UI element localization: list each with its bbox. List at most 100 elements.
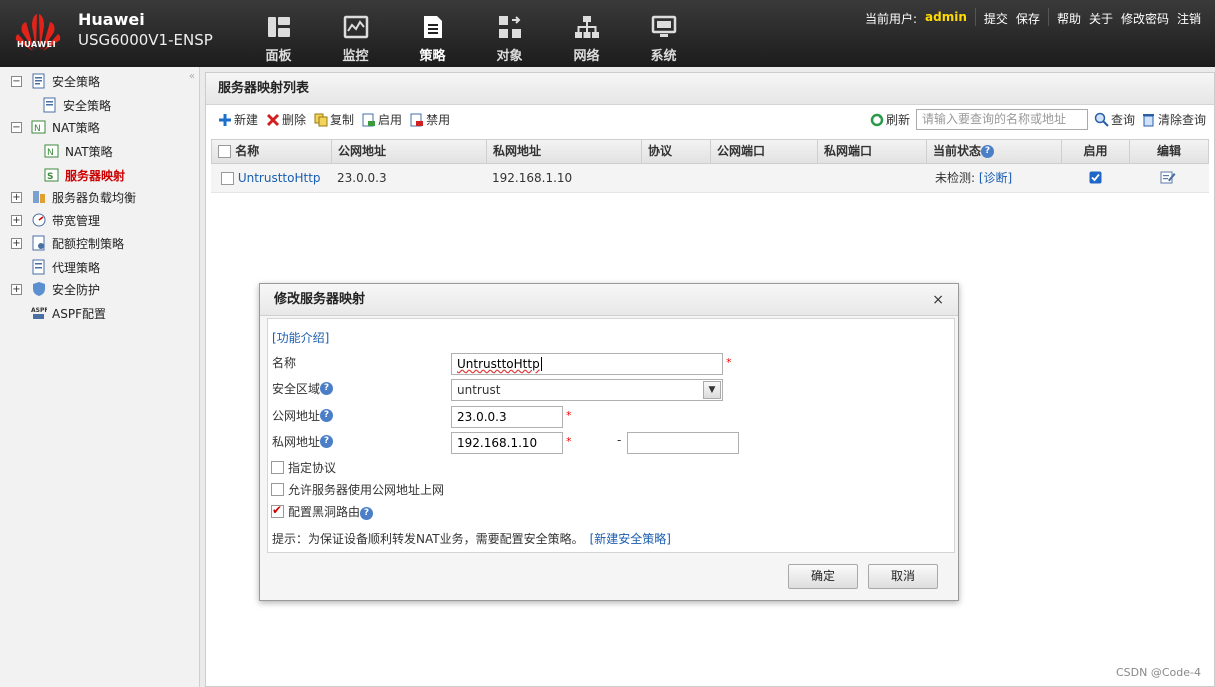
help-icon[interactable]: ? [320,382,334,395]
clear-query-button[interactable]: 清除查询 [1141,111,1206,128]
row-checkbox[interactable] [221,172,234,185]
required-mark: * [566,435,572,448]
nav-network[interactable]: 网络 [548,0,625,67]
column-label: 启用 [1083,144,1108,158]
copy-button[interactable]: 复制 [314,111,354,128]
name-label: 名称 [272,356,297,370]
sidebar-item-security-policy[interactable]: 安全策略 [42,94,111,116]
expand-toggle-icon[interactable]: + [11,191,22,203]
column-public-addr[interactable]: 公网地址 [332,140,487,163]
main-nav: 面板 监控 策略 对象 网络 系统 [240,0,702,67]
help-icon[interactable]: ? [981,145,995,158]
zone-label-row: 安全区域? [272,380,334,397]
delete-button[interactable]: 删除 [266,111,306,128]
nav-policy[interactable]: 策略 [394,0,471,67]
svg-text:N: N [47,148,54,158]
column-name[interactable]: 名称 [212,140,332,163]
feature-intro-link[interactable]: [功能介绍] [272,329,329,346]
sidebar-item-server-load-balancing[interactable]: + 服务器负载均衡 [11,186,136,208]
sidebar-item-quota-control[interactable]: + 配额控制策略 [11,232,124,254]
help-icon[interactable]: ? [320,435,334,448]
nav-label: 对象 [496,49,523,64]
column-public-port[interactable]: 公网端口 [711,140,818,163]
expand-toggle-icon[interactable]: + [11,214,22,226]
column-private-port[interactable]: 私网端口 [818,140,927,163]
nav-system[interactable]: 系统 [625,0,702,67]
column-private-addr[interactable]: 私网地址 [487,140,642,163]
option-blackhole-route[interactable]: 配置黑洞路由? [271,503,374,520]
sidebar-item-label: NAT策略 [52,120,100,135]
nav-monitor[interactable]: 监控 [317,0,394,67]
option-allow-public-internet[interactable]: 允许服务器使用公网地址上网 [271,481,444,498]
help-link[interactable]: 帮助 [1057,10,1081,27]
toolbar: 新建 删除 复制 启用 禁用 [218,111,450,128]
enabled-checkbox[interactable] [1089,171,1102,184]
cell-name: UntrusttoHttp [211,164,331,192]
submit-link[interactable]: 提交 [984,10,1008,27]
monitor-icon [343,15,368,39]
cancel-button[interactable]: 取消 [868,564,938,589]
table-header: 名称 公网地址 私网地址 协议 公网端口 私网端口 当前状态? 启用 编辑 [211,139,1209,164]
private-address-end-field[interactable] [627,432,739,454]
blackhole-route-checkbox[interactable] [271,503,284,518]
ok-button[interactable]: 确定 [788,564,858,589]
collapse-toggle-icon[interactable]: − [11,75,22,87]
sidebar-item-aspf[interactable]: ASPF ASPF配置 [31,302,106,324]
column-protocol[interactable]: 协议 [642,140,711,163]
option-label: 指定协议 [288,461,337,475]
nav-label: 策略 [419,49,446,64]
chevron-down-icon[interactable]: ▼ [703,381,721,399]
save-link[interactable]: 保存 [1016,10,1040,27]
search-input[interactable]: 请输入要查询的名称或地址 [915,109,1088,130]
enable-button[interactable]: 启用 [362,111,402,128]
specify-protocol-checkbox[interactable] [271,461,284,474]
sidebar-item-security-protection[interactable]: + 安全防护 [11,278,100,300]
sidebar-item-nat-policy-group[interactable]: − N NAT策略 [11,116,100,138]
column-label: 名称 [235,144,260,158]
public-address-field[interactable]: 23.0.0.3 [451,406,563,428]
new-button[interactable]: 新建 [218,111,258,128]
query-button[interactable]: 查询 [1094,111,1135,128]
sidebar-item-bandwidth[interactable]: + 带宽管理 [11,209,100,231]
close-icon[interactable]: × [932,292,944,308]
help-icon[interactable]: ? [320,409,334,422]
nav-object[interactable]: 对象 [471,0,548,67]
collapse-sidebar-icon[interactable]: « [189,71,195,82]
disable-button[interactable]: 禁用 [410,111,450,128]
select-all-checkbox[interactable] [218,145,231,158]
sidebar-item-proxy-policy[interactable]: 代理策略 [31,256,100,278]
diagnose-link[interactable]: [诊断] [979,171,1012,185]
column-enabled[interactable]: 启用 [1062,140,1130,163]
column-label: 当前状态 [933,144,982,158]
expand-toggle-icon[interactable]: + [11,283,22,295]
refresh-button[interactable]: 刷新 [870,111,910,128]
zone-select[interactable]: untrust ▼ [451,379,723,401]
sidebar-item-security-policy-group[interactable]: − 安全策略 [11,70,100,92]
toolbar-right: 刷新 请输入要查询的名称或地址 查询 清除查询 [870,109,1206,130]
collapse-toggle-icon[interactable]: − [11,121,22,133]
sidebar-item-label: 服务器负载均衡 [52,190,137,205]
name-field[interactable]: UntrusttoHttp [451,353,723,375]
edit-icon[interactable] [1160,170,1176,184]
sidebar-item-server-mapping[interactable]: S 服务器映射 [44,164,125,186]
server-mapping-table: 名称 公网地址 私网地址 协议 公网端口 私网端口 当前状态? 启用 编辑 Un… [211,139,1209,193]
allow-public-internet-checkbox[interactable] [271,483,284,496]
about-link[interactable]: 关于 [1089,10,1113,27]
nav-dashboard[interactable]: 面板 [240,0,317,67]
device-model: USG6000V1-ENSP [78,31,213,49]
rule-name-link[interactable]: UntrusttoHttp [238,171,321,185]
expand-toggle-icon[interactable]: + [11,237,22,249]
option-specify-protocol[interactable]: 指定协议 [271,459,336,476]
cell-private-port [817,164,926,192]
help-icon[interactable]: ? [360,507,374,520]
logout-link[interactable]: 注销 [1177,10,1201,27]
table-row[interactable]: UntrusttoHttp 23.0.0.3 192.168.1.10 未检测:… [211,164,1209,193]
column-label: 协议 [648,144,673,158]
column-edit[interactable]: 编辑 [1130,140,1208,163]
new-security-policy-link[interactable]: [新建安全策略] [590,530,671,547]
sidebar-item-nat-policy[interactable]: N NAT策略 [44,140,113,162]
private-address-field[interactable]: 192.168.1.10 [451,432,563,454]
column-status[interactable]: 当前状态? [927,140,1062,163]
delete-label: 删除 [282,113,307,127]
change-password-link[interactable]: 修改密码 [1121,10,1169,27]
